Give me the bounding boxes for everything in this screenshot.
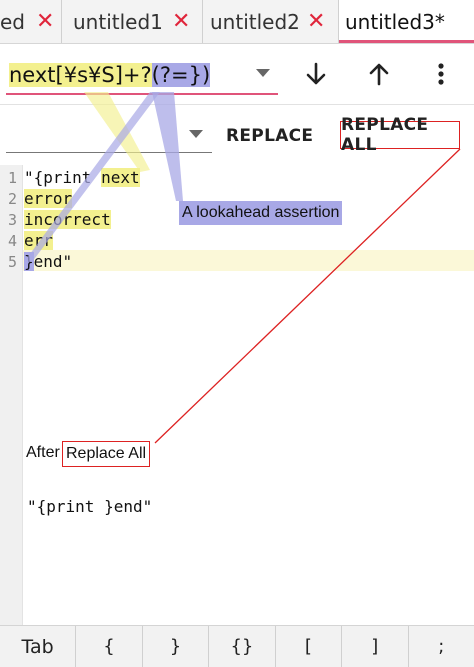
line-number: 1 — [8, 169, 18, 187]
tab-untitled3[interactable]: untitled3* — [339, 0, 474, 43]
tab-label: untitled2 — [210, 9, 300, 34]
code-line: incorrect — [24, 210, 111, 229]
tab-label: ed — [0, 9, 25, 34]
code-text: "{print — [24, 168, 102, 187]
after-label: After — [26, 444, 60, 461]
line-number: 4 — [8, 232, 18, 250]
match-highlight: err — [24, 231, 53, 250]
tab-ed[interactable]: ed ✕ — [0, 0, 62, 43]
close-icon[interactable]: ✕ — [307, 9, 325, 34]
key-tab[interactable]: Tab — [0, 626, 77, 667]
key-open-bracket[interactable]: [ — [276, 626, 343, 667]
lookahead-highlight: } — [24, 252, 34, 271]
tab-label: untitled3* — [345, 9, 445, 34]
search-input-underline — [6, 93, 278, 95]
close-icon[interactable]: ✕ — [172, 9, 190, 34]
code-editor[interactable]: 1 2 3 4 5 "{print next error incorrect e… — [0, 165, 474, 625]
replace-button[interactable]: REPLACE — [226, 120, 313, 152]
tab-bar: ed ✕ untitled1 ✕ untitled2 ✕ untitled3* — [0, 0, 474, 44]
replace-input[interactable] — [6, 152, 212, 153]
arrow-up-icon[interactable] — [362, 57, 396, 91]
code-text: end" — [33, 252, 73, 271]
replace-all-annotation: Replace All — [62, 441, 151, 467]
arrow-down-icon[interactable] — [299, 57, 333, 91]
lookahead-annotation: A lookahead assertion — [179, 201, 343, 225]
search-history-dropdown-icon[interactable] — [256, 69, 270, 77]
line-number: 2 — [8, 190, 18, 208]
match-highlight: incorrect — [24, 210, 111, 229]
key-close-bracket[interactable]: ] — [342, 626, 409, 667]
match-highlight: next — [101, 168, 140, 187]
match-highlight: error — [24, 189, 73, 208]
line-number: 5 — [8, 253, 18, 271]
key-close-brace[interactable]: } — [143, 626, 210, 667]
symbol-key-bar: Tab { } {} [ ] ; — [0, 625, 474, 667]
tab-untitled1[interactable]: untitled1 ✕ — [62, 0, 203, 43]
key-semicolon[interactable]: ; — [409, 626, 474, 667]
tab-label: untitled1 — [73, 9, 163, 34]
code-line: err — [24, 231, 53, 250]
code-line: }end" — [24, 252, 72, 271]
key-braces-pair[interactable]: {} — [209, 626, 276, 667]
line-number: 3 — [8, 211, 18, 229]
replace-all-button[interactable]: REPLACE ALL — [340, 115, 460, 155]
key-open-brace[interactable]: { — [76, 626, 143, 667]
search-pattern-main: next[¥s¥S]+? — [9, 63, 152, 87]
tab-untitled2[interactable]: untitled2 ✕ — [203, 0, 339, 43]
more-vertical-icon[interactable] — [424, 57, 458, 91]
current-line-highlight — [23, 250, 474, 271]
search-pattern-lookahead: (?=}) — [151, 63, 211, 87]
search-input[interactable]: next[¥s¥S]+? (?=}) — [9, 60, 211, 90]
close-icon[interactable]: ✕ — [36, 9, 54, 34]
replace-history-dropdown-icon[interactable] — [189, 130, 203, 138]
active-tab-indicator — [339, 40, 474, 43]
result-text: "{print }end" — [27, 497, 153, 516]
code-line: "{print next — [24, 168, 140, 187]
code-line: error — [24, 189, 73, 208]
